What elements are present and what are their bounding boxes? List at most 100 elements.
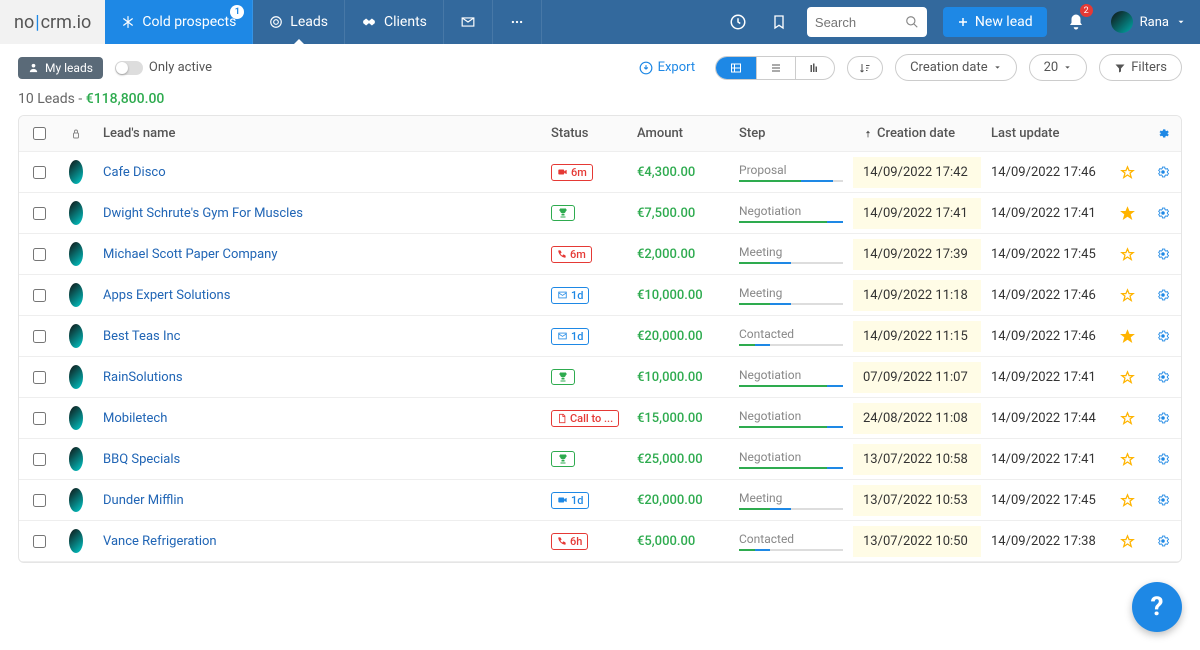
row-settings-button[interactable] — [1156, 370, 1170, 384]
search-icon[interactable] — [905, 15, 919, 29]
row-checkbox[interactable] — [33, 412, 46, 425]
row-checkbox[interactable] — [33, 371, 46, 384]
lead-amount: €15,000.00 — [637, 411, 703, 426]
lead-avatar[interactable] — [69, 324, 83, 348]
snowflake-icon — [121, 15, 135, 29]
brand-logo[interactable]: no|crm.io — [0, 0, 105, 44]
row-checkbox[interactable] — [33, 453, 46, 466]
row-settings-button[interactable] — [1156, 247, 1170, 261]
star-button[interactable] — [1120, 452, 1135, 467]
row-checkbox[interactable] — [33, 289, 46, 302]
lead-avatar[interactable] — [69, 406, 83, 430]
lead-name-link[interactable]: Michael Scott Paper Company — [103, 247, 278, 262]
row-settings-button[interactable] — [1156, 288, 1170, 302]
star-button[interactable] — [1120, 370, 1135, 385]
table-row: Mobiletech Call to ... €15,000.00 Negoti… — [19, 398, 1181, 439]
table-row: Vance Refrigeration 6h €5,000.00 Contact… — [19, 521, 1181, 562]
status-badge: 6h — [551, 533, 588, 550]
select-all-checkbox[interactable] — [33, 127, 46, 140]
search-input[interactable] — [815, 15, 905, 30]
lead-updated: 14/09/2022 17:45 — [981, 485, 1109, 516]
col-status[interactable]: Status — [541, 118, 627, 149]
lead-name-link[interactable]: Apps Expert Solutions — [103, 288, 230, 303]
only-active-toggle[interactable]: Only active — [115, 60, 212, 75]
export-button[interactable]: Export — [631, 60, 704, 75]
status-badge — [551, 369, 575, 385]
row-settings-button[interactable] — [1156, 329, 1170, 343]
lead-avatar[interactable] — [69, 201, 83, 225]
lead-created: 07/09/2022 11:07 — [853, 362, 981, 393]
user-menu[interactable]: Rana — [1097, 11, 1200, 33]
col-created[interactable]: Creation date — [853, 118, 981, 149]
page-size-dropdown[interactable]: 20 — [1029, 54, 1088, 81]
view-compact[interactable] — [757, 57, 796, 79]
sort-field-dropdown[interactable]: Creation date — [895, 54, 1017, 81]
star-button[interactable] — [1120, 247, 1135, 262]
row-checkbox[interactable] — [33, 494, 46, 507]
lead-name-link[interactable]: BBQ Specials — [103, 452, 180, 467]
star-button[interactable] — [1120, 288, 1135, 303]
star-button[interactable] — [1120, 493, 1135, 508]
sort-arrow-icon — [863, 128, 873, 140]
nav-label: Clients — [384, 14, 427, 30]
row-settings-button[interactable] — [1156, 493, 1170, 507]
col-amount[interactable]: Amount — [627, 118, 729, 149]
row-settings-button[interactable] — [1156, 534, 1170, 548]
status-badge — [551, 451, 575, 467]
nav-clients[interactable]: Clients — [345, 0, 444, 44]
lead-avatar[interactable] — [69, 365, 83, 389]
notifications-button[interactable]: 2 — [1055, 0, 1097, 44]
row-settings-button[interactable] — [1156, 206, 1170, 220]
col-name[interactable]: Lead's name — [93, 118, 541, 149]
star-button[interactable] — [1120, 534, 1135, 549]
lead-amount: €5,000.00 — [637, 534, 695, 549]
row-checkbox[interactable] — [33, 166, 46, 179]
toolbar: My leads Only active Export Creation dat… — [0, 44, 1200, 91]
nav-leads[interactable]: Leads — [253, 0, 345, 44]
col-updated[interactable]: Last update — [981, 118, 1109, 149]
lead-name-link[interactable]: Vance Refrigeration — [103, 534, 217, 549]
row-settings-button[interactable] — [1156, 411, 1170, 425]
top-navbar: no|crm.io Cold prospects 1 Leads Clients — [0, 0, 1200, 44]
star-button[interactable] — [1120, 411, 1135, 426]
row-checkbox[interactable] — [33, 248, 46, 261]
step-progress — [739, 262, 843, 264]
star-button[interactable] — [1120, 329, 1135, 344]
lead-avatar[interactable] — [69, 488, 83, 512]
row-settings-button[interactable] — [1156, 165, 1170, 179]
view-pipeline[interactable] — [796, 57, 834, 79]
lead-name-link[interactable]: Cafe Disco — [103, 165, 166, 180]
lead-name-link[interactable]: Dunder Mifflin — [103, 493, 184, 508]
new-lead-button[interactable]: New lead — [943, 7, 1047, 37]
row-settings-button[interactable] — [1156, 452, 1170, 466]
nav-more[interactable] — [493, 0, 542, 44]
lead-name-link[interactable]: Dwight Schrute's Gym For Muscles — [103, 206, 303, 221]
column-settings[interactable] — [1145, 119, 1181, 149]
goals-button[interactable] — [717, 0, 759, 44]
help-fab[interactable]: ? — [1132, 582, 1182, 632]
sort-order-button[interactable] — [847, 56, 883, 80]
bookmark-button[interactable] — [759, 0, 799, 44]
nav-mail[interactable] — [444, 0, 493, 44]
table-row: RainSolutions €10,000.00 Negotiation 07/… — [19, 357, 1181, 398]
lead-name-link[interactable]: Mobiletech — [103, 411, 167, 426]
nav-cold-prospects[interactable]: Cold prospects 1 — [105, 0, 253, 44]
lead-name-link[interactable]: Best Teas Inc — [103, 329, 180, 344]
row-checkbox[interactable] — [33, 535, 46, 548]
lead-avatar[interactable] — [69, 160, 83, 184]
step-progress — [739, 221, 843, 223]
lead-avatar[interactable] — [69, 283, 83, 307]
lead-avatar[interactable] — [69, 242, 83, 266]
row-checkbox[interactable] — [33, 330, 46, 343]
lead-avatar[interactable] — [69, 529, 83, 553]
col-step[interactable]: Step — [729, 120, 853, 147]
star-button[interactable] — [1120, 165, 1135, 180]
my-leads-chip[interactable]: My leads — [18, 57, 103, 79]
lead-avatar[interactable] — [69, 447, 83, 471]
filters-button[interactable]: Filters — [1099, 54, 1182, 81]
star-button[interactable] — [1120, 206, 1135, 221]
search-box[interactable] — [807, 7, 927, 37]
row-checkbox[interactable] — [33, 207, 46, 220]
view-extended[interactable] — [716, 57, 757, 79]
lead-name-link[interactable]: RainSolutions — [103, 370, 183, 385]
